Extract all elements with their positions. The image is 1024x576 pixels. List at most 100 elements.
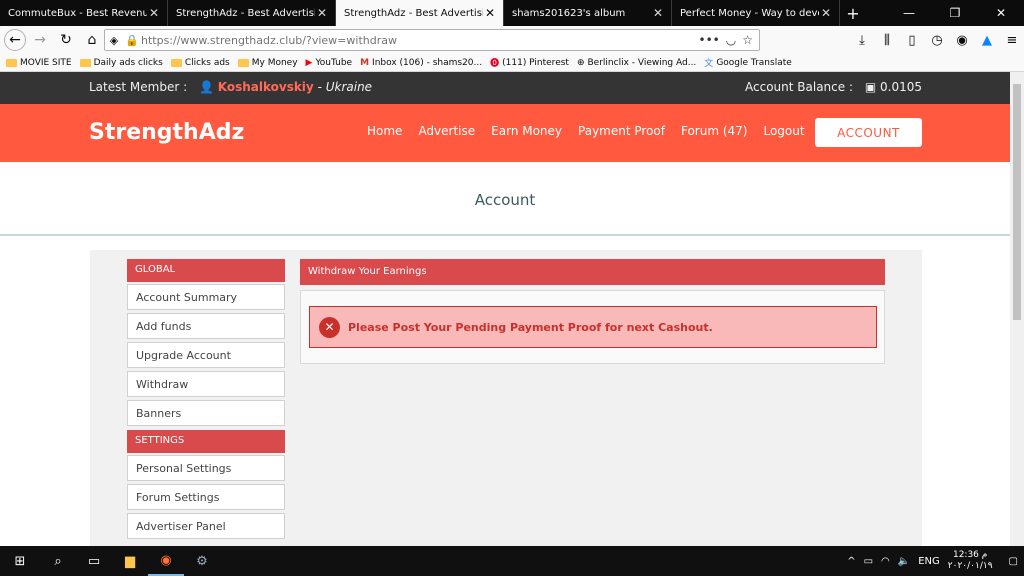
nav-earn-money[interactable]: Earn Money xyxy=(491,124,562,138)
withdraw-panel-heading: Withdraw Your Earnings xyxy=(300,259,885,285)
url-path: /?view=withdraw xyxy=(302,33,397,47)
error-x-icon: ✕ xyxy=(319,316,340,338)
clock-time: 12:36 م xyxy=(952,550,988,560)
browser-tab-bar: CommuteBux - Best Revenue Share ✕ Streng… xyxy=(0,0,1024,26)
page-scrollbar[interactable] xyxy=(1010,72,1024,546)
folder-icon xyxy=(79,58,91,67)
nav-logout[interactable]: Logout xyxy=(763,124,804,138)
pinterest-icon: ⓿ xyxy=(490,59,500,69)
shield-icon[interactable]: ◈ xyxy=(105,34,123,47)
reload-icon[interactable]: ↻ xyxy=(54,28,78,52)
bookmark-item[interactable]: Daily ads clicks xyxy=(79,58,163,68)
minimize-icon[interactable]: — xyxy=(886,0,932,26)
account-button[interactable]: ACCOUNT xyxy=(815,118,922,147)
lock-warning-icon[interactable]: 🔒 xyxy=(123,34,141,47)
bookmark-item[interactable]: 文 Google Translate xyxy=(704,56,791,70)
close-tab-icon[interactable]: ✕ xyxy=(147,6,161,20)
clock[interactable]: 12:36 م ٢٠٢٠/٠١/١٩ xyxy=(948,550,993,572)
sidebar-item-account-summary[interactable]: Account Summary xyxy=(127,284,285,310)
chevron-up-icon[interactable]: ^ xyxy=(847,556,855,567)
menu-hamburger-icon[interactable]: ≡ xyxy=(1000,28,1024,52)
translate-icon: 文 xyxy=(704,59,714,69)
user-icon: 👤 xyxy=(198,80,214,94)
close-tab-icon[interactable]: ✕ xyxy=(483,6,497,20)
youtube-icon: ▶ xyxy=(305,57,313,68)
sidebar-heading-global: GLOBAL xyxy=(127,259,285,282)
site-logo[interactable]: StrengthAdz xyxy=(89,120,244,145)
sidebar-item-advertiser-panel[interactable]: Advertiser Panel xyxy=(127,513,285,539)
folder-icon xyxy=(6,58,17,67)
browser-nav-bar: ← → ↻ ⌂ ◈ 🔒 https://www.strengthadz.club… xyxy=(0,26,1024,54)
bookmark-star-icon[interactable]: ☆ xyxy=(742,33,753,47)
main-nav: Home Advertise Earn Money Payment Proof … xyxy=(367,124,805,138)
account-icon[interactable]: ◉ xyxy=(950,28,974,52)
close-tab-icon[interactable]: ✕ xyxy=(651,6,665,20)
firefox-icon[interactable]: ◉ xyxy=(148,546,184,576)
browser-tab[interactable]: Perfect Money - Way to develop yo ✕ xyxy=(672,0,840,26)
bookmark-item[interactable]: ▶ YouTube xyxy=(306,58,353,68)
tab-title: Perfect Money - Way to develop yo xyxy=(680,7,819,19)
battery-icon[interactable]: ▭ xyxy=(864,556,873,567)
bookmark-item[interactable]: M Inbox (106) - shams20... xyxy=(360,58,482,68)
volume-icon[interactable]: 🔈 xyxy=(898,556,910,567)
page-actions-icon[interactable]: ••• xyxy=(699,33,720,47)
browser-tab[interactable]: CommuteBux - Best Revenue Share ✕ xyxy=(0,0,168,26)
app-gear-icon[interactable]: ⚙ xyxy=(184,546,220,576)
windows-start-icon[interactable]: ⊞ xyxy=(0,546,40,576)
nav-payment-proof[interactable]: Payment Proof xyxy=(578,124,665,138)
sidebar-item-banners[interactable]: Banners xyxy=(127,400,285,426)
bookmark-item[interactable]: ⓿ (111) Pinterest xyxy=(490,56,569,70)
sidebar-heading-settings: SETTINGS xyxy=(127,430,285,453)
sidebar-item-withdraw[interactable]: Withdraw xyxy=(127,371,285,397)
tab-title: StrengthAdz - Best Advertising Plac xyxy=(344,7,483,19)
site-header: StrengthAdz Home Advertise Earn Money Pa… xyxy=(0,104,1010,162)
url-host: https://www.strengthadz.club xyxy=(141,33,303,47)
nav-advertise[interactable]: Advertise xyxy=(418,124,475,138)
download-icon[interactable]: ⤓ xyxy=(850,28,874,52)
scrollbar-thumb[interactable] xyxy=(1013,84,1021,320)
home-icon[interactable]: ⌂ xyxy=(80,28,104,52)
close-tab-icon[interactable]: ✕ xyxy=(819,6,833,20)
task-view-icon[interactable]: ▭ xyxy=(76,546,112,576)
browser-tab[interactable]: StrengthAdz - Best Advertising Plac ✕ xyxy=(168,0,336,26)
file-explorer-icon[interactable]: ▆ xyxy=(112,546,148,576)
browser-tab[interactable]: shams201623's album ✕ xyxy=(504,0,672,26)
back-arrow-icon[interactable]: ← xyxy=(4,29,26,51)
browser-tab-active[interactable]: StrengthAdz - Best Advertising Plac ✕ xyxy=(336,0,504,26)
url-bar[interactable]: ◈ 🔒 https://www.strengthadz.club/?view=w… xyxy=(104,29,760,51)
history-clock-icon[interactable]: ◷ xyxy=(925,28,949,52)
account-balance: Account Balance : ▣ 0.0105 xyxy=(745,80,922,94)
sidebar-item-add-funds[interactable]: Add funds xyxy=(127,313,285,339)
bookmark-item[interactable]: ⊕ Berlinclix - Viewing Ad... xyxy=(577,58,696,68)
nav-home[interactable]: Home xyxy=(367,124,402,138)
bookmark-item[interactable]: Clicks ads xyxy=(170,58,230,68)
account-content: GLOBAL Account Summary Add funds Upgrade… xyxy=(90,250,922,546)
restore-icon[interactable]: ❐ xyxy=(932,0,978,26)
language-indicator[interactable]: ENG xyxy=(918,556,940,567)
sidebar-item-upgrade-account[interactable]: Upgrade Account xyxy=(127,342,285,368)
tab-title: StrengthAdz - Best Advertising Plac xyxy=(176,7,315,19)
pocket-icon[interactable]: ◡ xyxy=(726,33,736,47)
new-tab-icon[interactable]: + xyxy=(840,0,866,26)
sidebar-icon[interactable]: ▯ xyxy=(900,28,924,52)
bookmark-item[interactable]: My Money xyxy=(237,58,298,68)
bookmarks-toolbar: MOVIE SITE Daily ads clicks Clicks ads M… xyxy=(0,54,1024,72)
sidebar-item-personal-settings[interactable]: Personal Settings xyxy=(127,455,285,481)
notification-icon[interactable]: ▢ xyxy=(1009,556,1018,567)
extension-icon[interactable]: ▲ xyxy=(975,28,999,52)
close-tab-icon[interactable]: ✕ xyxy=(315,6,329,20)
error-alert-text: Please Post Your Pending Payment Proof f… xyxy=(348,320,713,334)
latest-member-country: - Ukraine xyxy=(317,80,373,94)
latest-member-name[interactable]: Koshalkovskiy xyxy=(218,80,314,94)
gmail-icon: M xyxy=(360,57,370,68)
library-icon[interactable]: ⫼ xyxy=(875,28,899,52)
search-icon[interactable]: ⌕ xyxy=(40,546,76,576)
bookmark-item[interactable]: MOVIE SITE xyxy=(6,58,72,68)
folder-icon xyxy=(170,58,182,67)
tab-title: CommuteBux - Best Revenue Share xyxy=(8,7,147,19)
close-window-icon[interactable]: ✕ xyxy=(978,0,1024,26)
forward-arrow-icon[interactable]: → xyxy=(28,28,52,52)
nav-forum[interactable]: Forum (47) xyxy=(681,124,748,138)
wifi-icon[interactable]: ◠ xyxy=(881,556,890,567)
sidebar-item-forum-settings[interactable]: Forum Settings xyxy=(127,484,285,510)
